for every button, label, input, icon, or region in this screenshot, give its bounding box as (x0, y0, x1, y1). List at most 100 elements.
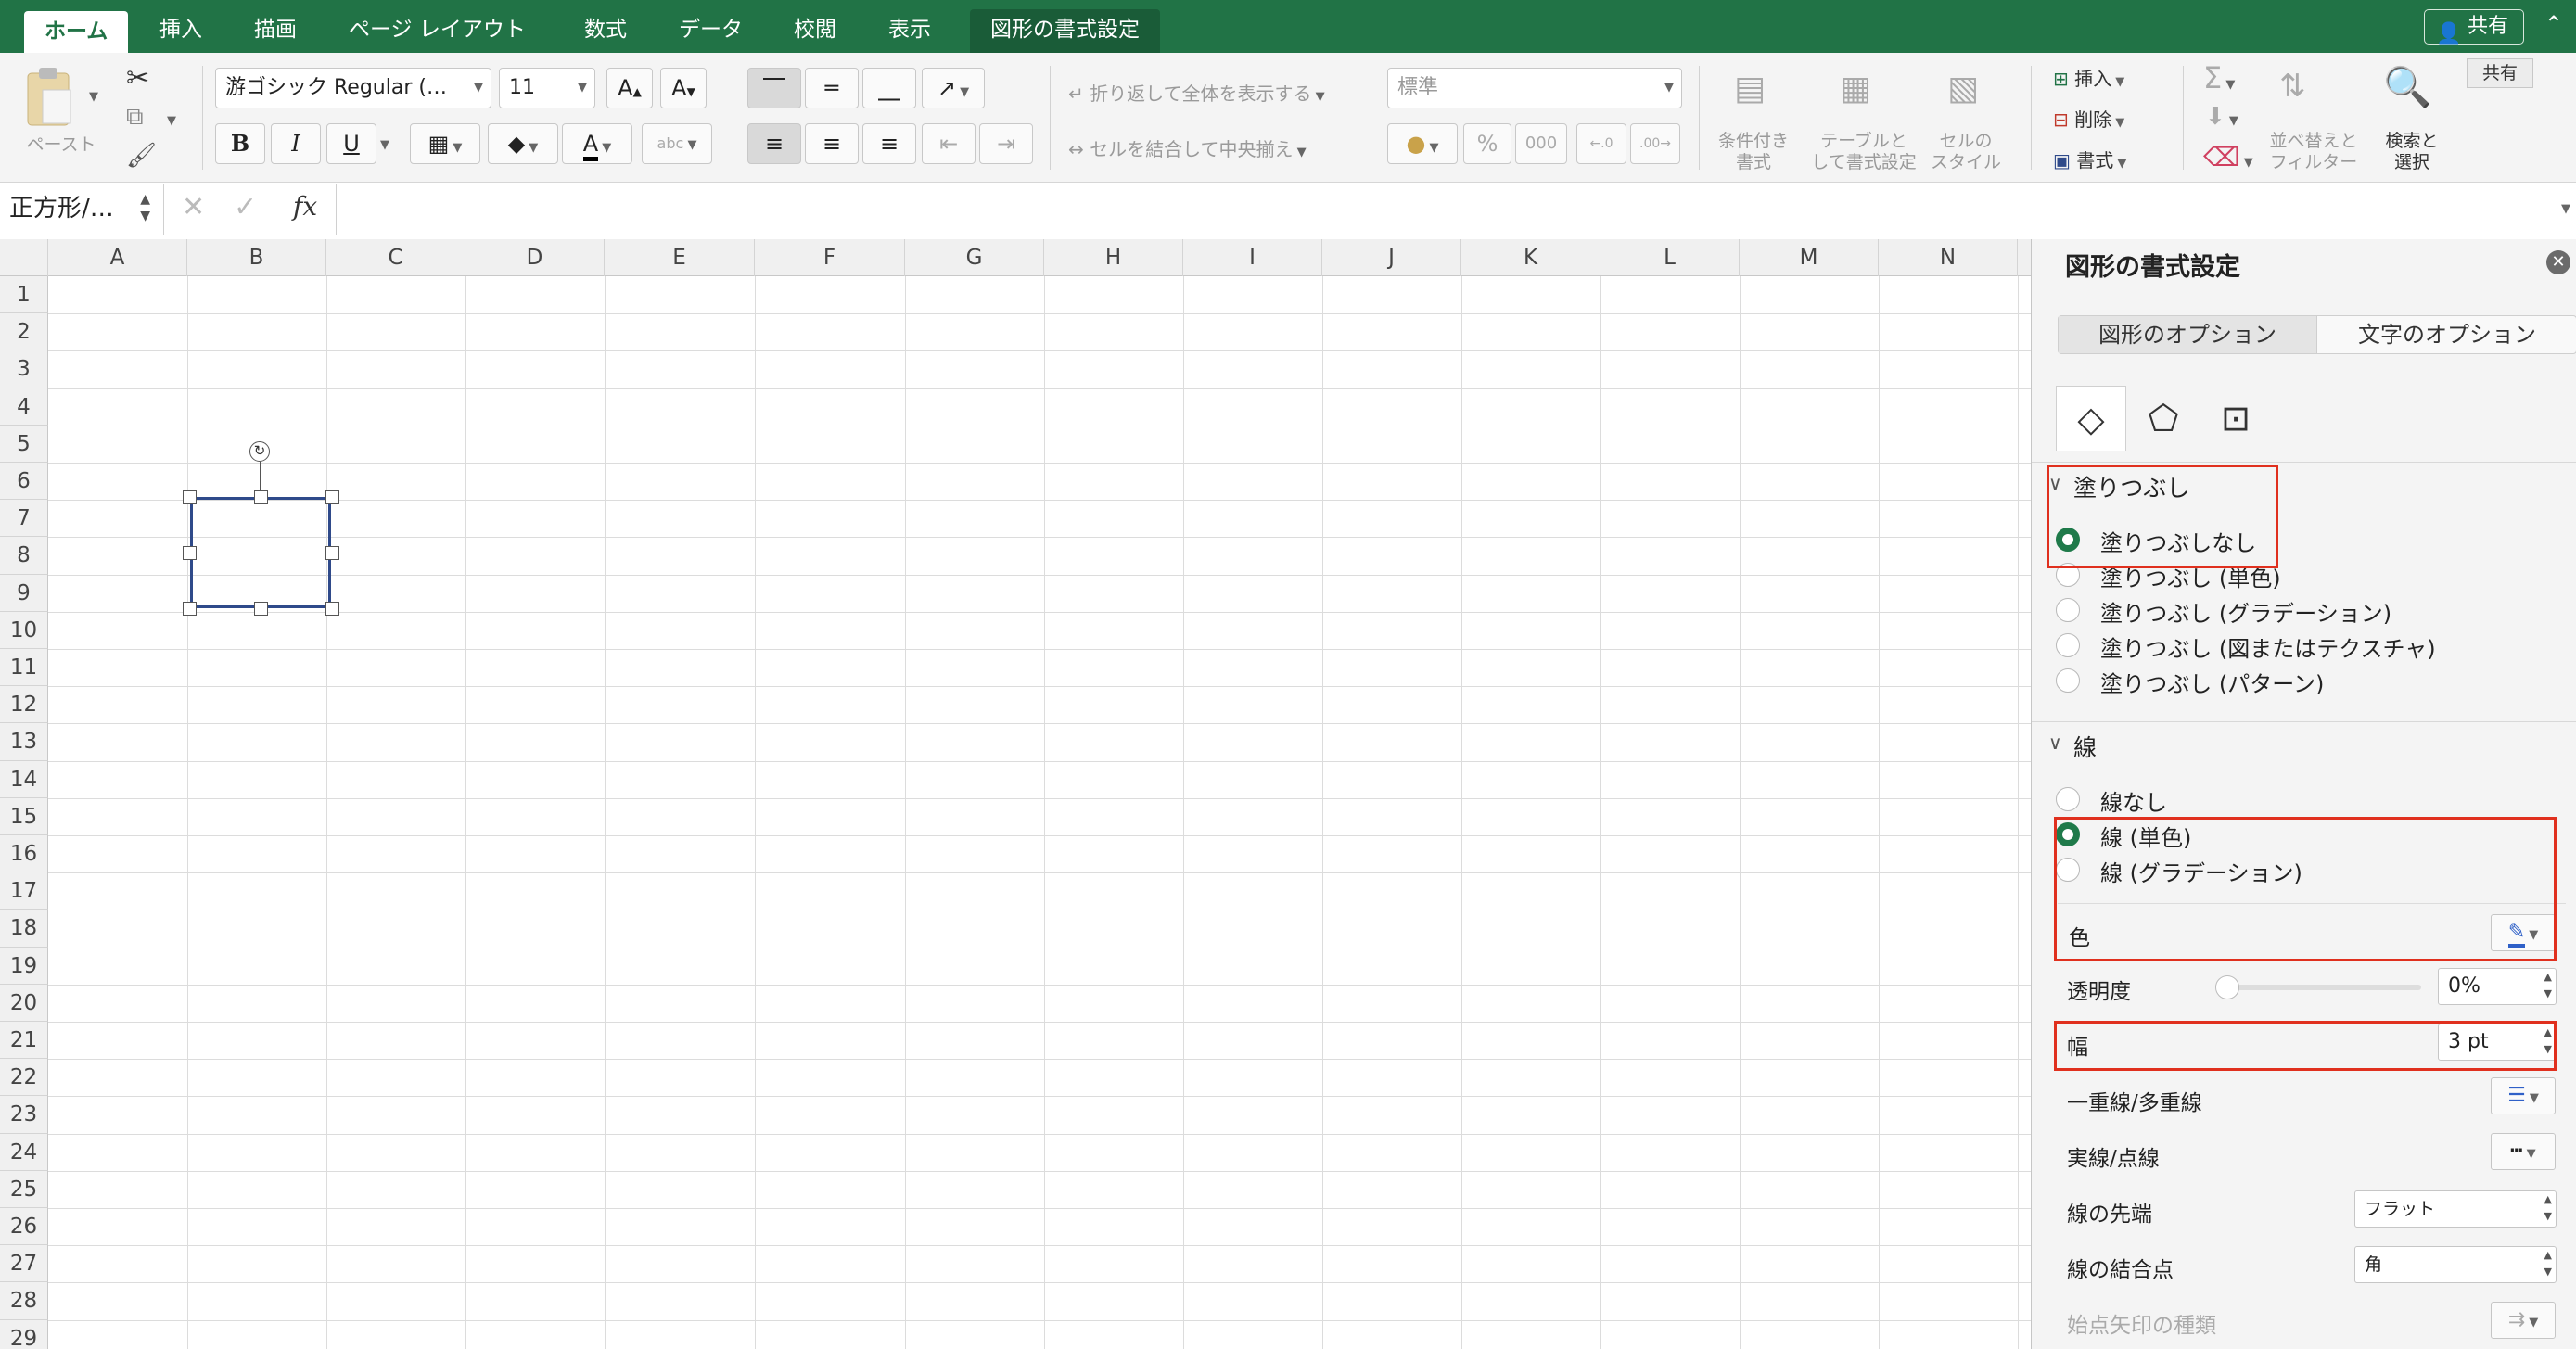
number-format-select[interactable]: 標準 ▼ (1387, 68, 1682, 108)
resize-handle-s[interactable] (254, 602, 268, 616)
table-format-button[interactable]: テーブルと して書式設定 (1806, 131, 1921, 173)
resize-handle-w[interactable] (183, 546, 197, 560)
column-header[interactable]: A (48, 239, 187, 276)
tab-text-options[interactable]: 文字のオプション (2318, 316, 2576, 353)
search-icon[interactable]: 🔍 (2383, 64, 2431, 110)
tab-home[interactable]: ホーム (24, 11, 129, 53)
format-painter-icon[interactable]: 🖌 (126, 142, 157, 170)
row-header[interactable]: 7 (0, 500, 48, 538)
align-bottom-button[interactable]: ⎽ (862, 68, 916, 108)
join-type-select[interactable]: 角 ▲ ▼ (2354, 1246, 2557, 1283)
percent-button[interactable]: % (1463, 123, 1511, 164)
row-header[interactable]: 14 (0, 760, 48, 798)
row-header[interactable]: 21 (0, 1022, 48, 1060)
column-header[interactable]: J (1322, 239, 1461, 276)
increase-font-button[interactable]: A▲ (606, 68, 653, 108)
resize-handle-e[interactable] (325, 546, 339, 560)
transparency-slider-thumb[interactable] (2215, 975, 2239, 999)
decrease-font-button[interactable]: A▼ (660, 68, 707, 108)
row-header[interactable]: 3 (0, 350, 48, 388)
row-header[interactable]: 10 (0, 611, 48, 649)
font-name-select[interactable]: 游ゴシック Regular (… ▼ (215, 68, 491, 108)
autosum-icon[interactable]: Σ ▼ (2203, 60, 2235, 95)
column-header[interactable]: B (187, 239, 326, 276)
row-header[interactable]: 4 (0, 388, 48, 426)
line-section-header[interactable]: ∨ 線 (2032, 721, 2576, 768)
row-header[interactable]: 6 (0, 463, 48, 501)
tab-data[interactable]: データ (658, 9, 763, 53)
increase-indent-button[interactable]: ⇥ (979, 123, 1033, 164)
column-header[interactable]: N (1879, 239, 2018, 276)
fill-option-gradient[interactable]: 塗りつぶし (グラデーション) (2056, 595, 2391, 628)
delete-cells-button[interactable]: ⊟ 削除 ▼ (2053, 105, 2124, 132)
row-header[interactable]: 27 (0, 1245, 48, 1283)
collapse-ribbon-icon[interactable]: ⌃ (2544, 11, 2563, 37)
resize-handle-ne[interactable] (325, 490, 339, 504)
row-header[interactable]: 22 (0, 1059, 48, 1097)
row-header[interactable]: 26 (0, 1208, 48, 1246)
transparency-slider[interactable] (2225, 985, 2421, 990)
tab-review[interactable]: 校閲 (773, 9, 857, 53)
column-header[interactable]: D (465, 239, 605, 276)
rotate-handle-icon[interactable]: ↻ (249, 441, 270, 462)
cancel-icon[interactable]: ✕ (182, 191, 205, 223)
orientation-button[interactable]: ↗ ▼ (922, 68, 985, 108)
column-header[interactable]: F (755, 239, 905, 276)
borders-button[interactable]: ▦ ▼ (410, 123, 480, 164)
tab-insert[interactable]: 挿入 (139, 9, 223, 53)
spinner-icon[interactable]: ▲ ▼ (2544, 969, 2552, 1002)
underline-dropdown-icon[interactable]: ▼ (380, 138, 389, 152)
sort-filter-icon[interactable]: ⇅ (2279, 68, 2306, 105)
phonetic-button[interactable]: abc ▼ (642, 123, 712, 164)
size-properties-tab[interactable]: ⊡ (2200, 386, 2271, 451)
name-box-spinner-icon[interactable]: ▲ ▼ (140, 191, 150, 224)
spinner-icon[interactable]: ▲ ▼ (2544, 1191, 2552, 1225)
underline-button[interactable]: U (326, 123, 376, 164)
row-header[interactable]: 19 (0, 947, 48, 985)
effects-tab[interactable]: ⬠ (2128, 386, 2199, 451)
select-all-corner[interactable] (0, 239, 48, 276)
column-header[interactable]: I (1183, 239, 1322, 276)
column-header[interactable]: G (905, 239, 1044, 276)
row-header[interactable]: 8 (0, 537, 48, 575)
row-header[interactable]: 29 (0, 1319, 48, 1349)
resize-handle-se[interactable] (325, 602, 339, 616)
font-size-select[interactable]: 11 ▼ (499, 68, 595, 108)
resize-handle-nw[interactable] (183, 490, 197, 504)
tab-draw[interactable]: 描画 (234, 9, 317, 53)
dash-type-button[interactable]: ┅ ▼ (2491, 1133, 2556, 1170)
align-center-button[interactable]: ≡ (805, 123, 859, 164)
fill-option-pattern[interactable]: 塗りつぶし (パターン) (2056, 666, 2324, 698)
rectangle-shape[interactable] (190, 497, 331, 608)
align-top-button[interactable]: ⎺ (747, 68, 801, 108)
row-header[interactable]: 20 (0, 984, 48, 1022)
format-cells-button[interactable]: ▣ 書式 ▼ (2053, 146, 2126, 172)
fill-option-picture[interactable]: 塗りつぶし (図またはテクスチャ) (2056, 630, 2436, 663)
confirm-icon[interactable]: ✓ (234, 191, 257, 223)
decrease-indent-button[interactable]: ⇤ (922, 123, 976, 164)
row-header[interactable]: 28 (0, 1282, 48, 1320)
tab-formulas[interactable]: 数式 (564, 9, 647, 53)
begin-arrow-button[interactable]: ⇉ ▼ (2491, 1302, 2556, 1339)
row-header[interactable]: 16 (0, 835, 48, 873)
tab-view[interactable]: 表示 (868, 9, 951, 53)
formula-input[interactable] (338, 185, 2563, 232)
row-header[interactable]: 13 (0, 723, 48, 761)
conditional-format-button[interactable]: 条件付き 書式 (1702, 131, 1804, 173)
column-header[interactable]: C (326, 239, 465, 276)
tab-shape-options[interactable]: 図形のオプション (2059, 316, 2316, 353)
copy-icon[interactable]: ⧉ (126, 103, 144, 132)
row-header[interactable]: 24 (0, 1133, 48, 1171)
accounting-format-button[interactable]: ● ▼ (1387, 123, 1458, 164)
row-header[interactable]: 18 (0, 910, 48, 948)
fill-down-icon[interactable]: ⬇ ▼ (2205, 103, 2238, 131)
find-select-button[interactable]: 検索と 選択 (2372, 131, 2452, 173)
fill-color-button[interactable]: ◆ ▼ (488, 123, 558, 164)
italic-button[interactable]: I (271, 123, 321, 164)
share-button[interactable]: 👤 共有 (2424, 9, 2524, 45)
insert-function-button[interactable]: fx (293, 191, 317, 222)
column-header[interactable]: E (605, 239, 755, 276)
close-icon[interactable]: ✕ (2546, 250, 2570, 274)
table-format-icon[interactable]: ▦ (1823, 70, 1888, 120)
row-header[interactable]: 12 (0, 686, 48, 724)
